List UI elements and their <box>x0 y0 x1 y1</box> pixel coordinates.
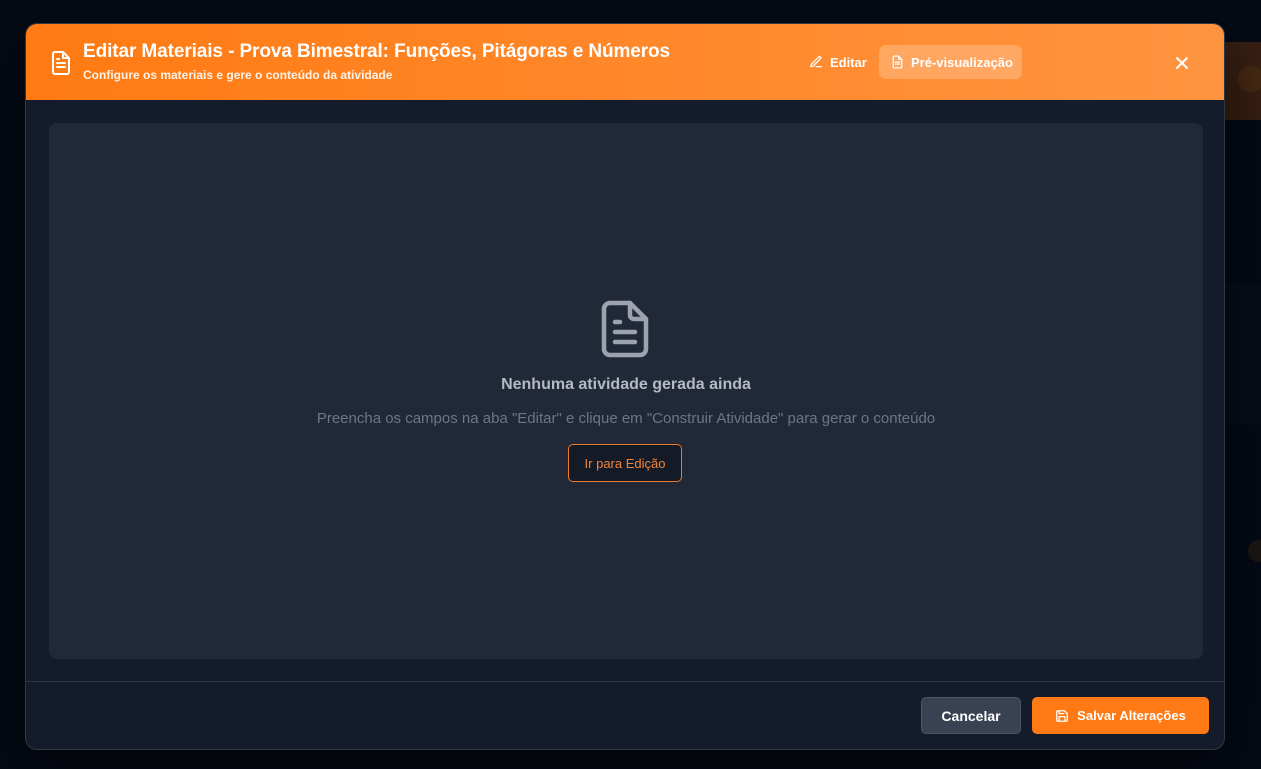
tab-preview-label: Pré-visualização <box>911 54 1013 70</box>
footer-divider <box>26 681 1224 682</box>
go-to-edit-button[interactable]: Ir para Edição <box>568 444 682 482</box>
empty-state-description: Preencha os campos na aba "Editar" e cli… <box>316 410 936 427</box>
file-text-icon <box>601 300 649 358</box>
pencil-icon <box>810 56 822 68</box>
tab-edit[interactable]: Editar <box>800 45 876 79</box>
close-icon <box>1176 57 1188 69</box>
tab-edit-label: Editar <box>830 54 867 70</box>
modal-header: Editar Materiais - Prova Bimestral: Funç… <box>26 24 1224 100</box>
file-text-icon <box>892 55 903 69</box>
edit-materials-modal: Editar Materiais - Prova Bimestral: Funç… <box>25 23 1225 750</box>
preview-panel: Nenhuma atividade gerada ainda Preencha … <box>49 123 1203 659</box>
modal-subtitle: Configure os materiais e gere o conteúdo… <box>83 68 393 82</box>
save-changes-button[interactable]: Salvar Alterações <box>1032 697 1209 734</box>
modal-title: Editar Materiais - Prova Bimestral: Funç… <box>83 41 671 62</box>
tab-preview[interactable]: Pré-visualização <box>879 45 1022 79</box>
close-button[interactable] <box>1170 51 1194 75</box>
empty-state-title: Nenhuma atividade gerada ainda <box>501 376 751 393</box>
cancel-button[interactable]: Cancelar <box>921 697 1021 734</box>
save-icon <box>1056 709 1069 722</box>
save-button-label: Salvar Alterações <box>1077 708 1186 723</box>
file-text-icon <box>52 51 70 75</box>
